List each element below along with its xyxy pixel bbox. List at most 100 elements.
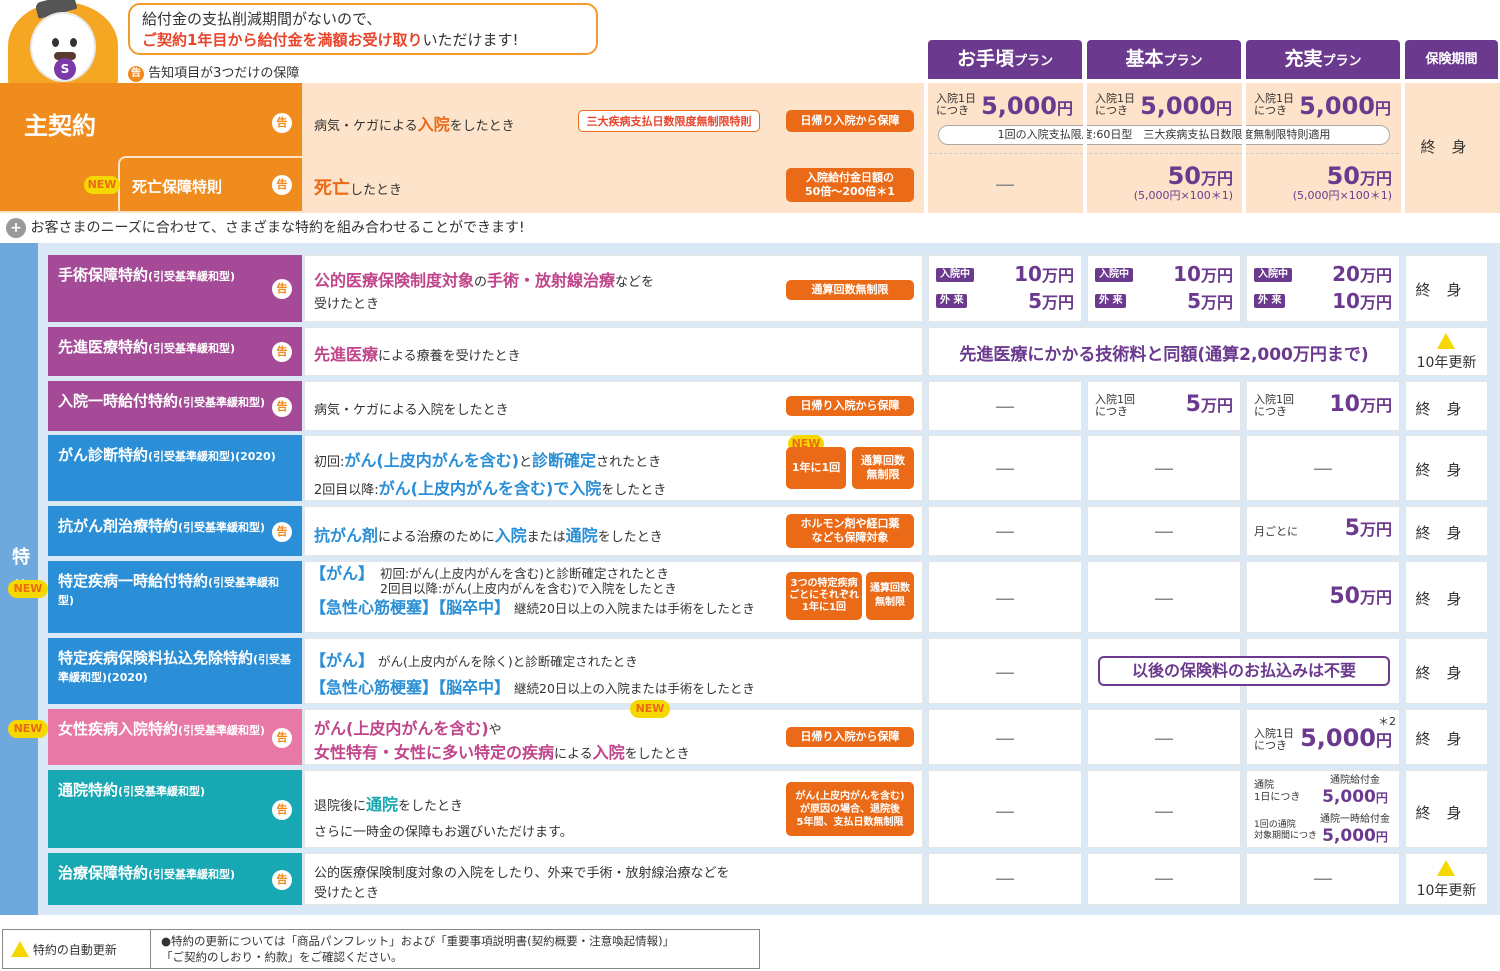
r5-tag: ホルモン剤や経口薬 なども保障対象: [786, 514, 914, 548]
rider-label-4: 抗がん剤治療特約(引受基準緩和型): [48, 506, 302, 556]
r4-tag2: 通算回数 無制限: [852, 447, 914, 489]
r1-amt: 10万円: [1173, 262, 1233, 286]
dash: —: [1154, 456, 1174, 480]
rider-term: 終身: [1415, 730, 1478, 748]
r2-span: 先進医療にかかる技術料と同額(通算2,000万円まで): [959, 345, 1369, 365]
r6-tag1: 3つの特定疾病 ごとにそれぞれ 1年に1回: [786, 572, 862, 620]
dash: —: [1154, 799, 1174, 823]
death-amount-kihon: 50万円 (5,000円×100＊1): [1133, 162, 1233, 202]
rider-label-1: 先進医療特約(引受基準緩和型): [48, 327, 302, 376]
r3-tag: 日帰り入院から保障: [786, 396, 914, 416]
warning-icon: [1437, 860, 1455, 880]
bubble-line1: 給付金の支払削減期間がないので、: [142, 10, 382, 28]
dash: —: [1313, 866, 1333, 890]
r1-amt: 10万円: [1014, 262, 1074, 286]
r7-span: 以後の保険料のお払込みは不要: [1098, 656, 1390, 686]
r1-amt: 20万円: [1332, 262, 1392, 286]
r2-term: 10年更新: [1416, 355, 1477, 371]
r8-tag: 日帰り入院から保障: [786, 727, 914, 747]
r1-tag: 通算回数無制限: [786, 280, 914, 300]
dash: —: [995, 394, 1015, 418]
r1-amt: 5万円: [1187, 289, 1233, 313]
r6-desc: 【がん】 初回:がん(上皮内がんを含む)と診断確定されたとき 2回目以降:がん(上皮…: [310, 564, 755, 617]
warning-icon: [1437, 333, 1455, 353]
footer-text: ●特約の更新については「商品パンフレット」および「重要事項説明書(契約概要・注意…: [161, 934, 675, 964]
rider-label-7: 女性疾病入院特約(引受基準緩和型): [48, 709, 302, 765]
eye-icon: [52, 38, 59, 47]
limit-note: 1回の入院支払限度:60日型 三大疾病支払日数限度無制限特則適用: [938, 125, 1390, 145]
kokuchi-icon: 告: [128, 65, 144, 82]
dash: —: [995, 799, 1015, 823]
eye-icon: [70, 38, 77, 47]
new-badge: NEW: [8, 580, 48, 598]
rider-term: 終身: [1415, 461, 1478, 479]
dash: —: [1154, 586, 1174, 610]
rider-label-3: がん診断特約(引受基準緩和型)(2020): [48, 435, 302, 501]
dash: —: [1154, 726, 1174, 750]
mascot-character: S: [8, 0, 118, 90]
r3-desc: 病気・ケガによる入院をしたとき: [314, 403, 509, 418]
rider-label-2: 入院一時給付特約(引受基準緩和型): [48, 381, 302, 431]
dash: —: [995, 456, 1015, 480]
main-amount-kihon: 入院1日 につき 5,000円: [1095, 92, 1233, 120]
r9-p1: 通院 1日につき: [1254, 780, 1301, 803]
r4-desc: 初回:がん(上皮内がんを含む)と診断確定されたとき 2回目以降:がん(上皮内がんを…: [314, 451, 667, 498]
r5-desc: 抗がん剤による治療のために入院または通院をしたとき: [314, 526, 663, 545]
dash: —: [995, 726, 1015, 750]
death-dash-otegoro: —: [995, 172, 1015, 196]
r4-tag1: 1年に1回: [786, 447, 846, 489]
riders-side-label: 特約: [0, 243, 38, 915]
r2-desc: 先進医療による療養を受けたとき: [314, 345, 521, 364]
period-header: 保険期間: [1405, 40, 1498, 79]
r5-amt: 5万円: [1344, 516, 1392, 541]
r10-term: 10年更新: [1416, 883, 1477, 899]
combo-note: + お客さまのニーズに合わせて、さまざまな特約を組み合わせることができます!: [6, 217, 525, 238]
main-term: 終身: [1420, 138, 1483, 156]
kokuchi-icon: 告: [272, 869, 292, 890]
death-desc: 死亡したとき: [314, 178, 403, 199]
r9-tag: がん(上皮内がんを含む) が原因の場合、退院後 5年間、支払日数無制限: [786, 782, 914, 836]
dash: —: [1154, 519, 1174, 543]
tag-sandai: 三大疾病支払日数限度無制限特則: [578, 110, 760, 132]
tag-death-multiple: 入院給付金日額の 50倍〜200倍＊1: [786, 168, 914, 202]
rider-term: 終身: [1415, 400, 1478, 418]
kokuchi-icon: 告: [272, 727, 292, 748]
rider-term: 終身: [1415, 524, 1478, 542]
r7-desc: 【がん】 がん(上皮内がんを除く)と診断確定されたとき 【急性心筋梗塞】【脳卒中】…: [310, 651, 755, 697]
bubble-line2: ご契約1年目から給付金を満額お受け取りいただけます!: [142, 31, 519, 49]
footer-label: 特約の自動更新: [3, 930, 151, 968]
kokuchi-icon: 告: [272, 279, 292, 299]
rider-label-0: 手術保障特約(引受基準緩和型): [48, 255, 302, 322]
dash: —: [995, 660, 1015, 684]
r1-desc: 公的医療保険制度対象の手術・放射線治療などを 受けたとき: [314, 271, 655, 312]
kokuchi-icon: 告: [272, 799, 292, 820]
r9-amt2: 通院一時給付金 5,000円: [1320, 814, 1390, 846]
r6-tag2: 通算回数 無制限: [866, 572, 914, 620]
kokuchi-icon: 告: [272, 174, 292, 195]
dash: —: [995, 519, 1015, 543]
rider-term: 終身: [1415, 281, 1478, 299]
new-badge: NEW: [84, 176, 120, 194]
new-badge: NEW: [8, 720, 48, 738]
death-amount-jujitsu: 50万円 (5,000円×100＊1): [1292, 162, 1392, 202]
col-sep: [1242, 83, 1246, 213]
r3-amt: 10万円: [1329, 392, 1392, 417]
rider-label-9: 治療保障特約(引受基準緩和型): [48, 853, 302, 905]
kokuchi-icon: 告: [272, 521, 292, 542]
rider-term: 終身: [1415, 590, 1478, 608]
dash: —: [1154, 866, 1174, 890]
dash: —: [1313, 456, 1333, 480]
kokuchi-icon: 告: [272, 342, 292, 362]
plan-header-jujitsu: 充実プラン: [1246, 40, 1400, 79]
r8-desc: がん(上皮内がんを含む)や 女性特有・女性に多い特定の疾病による入院をしたとき: [314, 719, 690, 762]
r1-amt: 10万円: [1332, 289, 1392, 313]
rider-label-8: 通院特約(引受基準緩和型): [48, 770, 302, 848]
r9-desc: 退院後に通院をしたとき さらに一時金の保障もお選びいただけます。: [314, 795, 573, 840]
dash: —: [995, 866, 1015, 890]
plus-icon: +: [6, 218, 26, 238]
main-amount-otegoro: 入院1日 につき 5,000円: [936, 92, 1074, 120]
notice: 告 告知項目が3つだけの保障: [128, 62, 299, 82]
col-sep: [1401, 83, 1405, 213]
main-amount-jujitsu: 入院1日 につき 5,000円: [1254, 92, 1392, 120]
r3-amt: 5万円: [1185, 392, 1233, 417]
